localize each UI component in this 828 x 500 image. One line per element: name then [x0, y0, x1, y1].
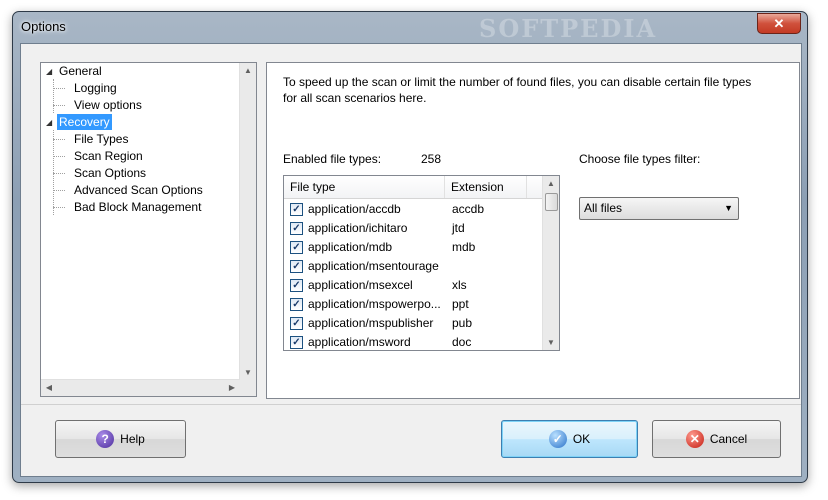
options-tree[interactable]: ◢ General Logging View options ◢ Recover… — [40, 62, 257, 397]
tree-item-bad-block-management[interactable]: Bad Block Management — [72, 199, 203, 215]
extension-cell: xls — [452, 278, 467, 292]
button-bar-divider — [21, 404, 801, 405]
cancel-icon: ✕ — [685, 430, 704, 448]
file-type-cell: application/mspowerpo... — [308, 297, 441, 311]
scroll-up-icon[interactable]: ▲ — [240, 66, 256, 75]
tree-item-scan-options[interactable]: Scan Options — [72, 165, 148, 181]
tree-item-file-types[interactable]: File Types — [72, 131, 130, 147]
ok-button-label: OK — [572, 432, 591, 446]
tree-item-scan-region[interactable]: Scan Region — [72, 148, 145, 164]
expand-arrow-icon[interactable]: ◢ — [46, 118, 52, 127]
file-type-cell: application/msexcel — [308, 278, 413, 292]
file-type-checkbox[interactable]: ✓ — [290, 241, 303, 254]
extension-cell: ppt — [452, 297, 469, 311]
help-button[interactable]: ? Help — [55, 420, 186, 458]
title-bar[interactable]: Options SOFTPEDIA ✕ — [13, 12, 807, 43]
list-item[interactable]: ✓ application/msexcel xls — [284, 276, 542, 295]
tree-item-general[interactable]: General — [57, 63, 104, 79]
file-type-cell: application/msword — [308, 335, 411, 349]
ok-checkmark-icon: ✓ — [548, 430, 567, 448]
list-item[interactable]: ✓ application/mspublisher pub — [284, 314, 542, 333]
expand-arrow-icon[interactable]: ◢ — [46, 67, 52, 76]
file-type-checkbox[interactable]: ✓ — [290, 317, 303, 330]
file-type-checkbox[interactable]: ✓ — [290, 279, 303, 292]
tree-item-logging[interactable]: Logging — [72, 80, 119, 96]
filter-selected-value: All files — [584, 201, 623, 215]
file-type-cell: application/accdb — [308, 202, 401, 216]
file-type-checkbox[interactable]: ✓ — [290, 336, 303, 349]
file-types-list[interactable]: File type Extension ✓ application/accdb ac… — [283, 175, 560, 351]
file-type-cell: application/mspublisher — [308, 316, 434, 330]
scroll-down-icon[interactable]: ▼ — [543, 338, 559, 347]
dropdown-arrow-icon: ▼ — [724, 203, 733, 213]
extension-cell: mdb — [452, 240, 476, 254]
list-item[interactable]: ✓ application/msword doc — [284, 333, 542, 350]
cancel-button[interactable]: ✕ Cancel — [652, 420, 781, 458]
dialog-client-area: ◢ General Logging View options ◢ Recover… — [20, 43, 802, 477]
list-item[interactable]: ✓ application/accdb accdb — [284, 200, 542, 219]
list-vertical-scrollbar[interactable]: ▲ ▼ — [542, 176, 559, 350]
close-button[interactable]: ✕ — [757, 13, 801, 34]
file-type-checkbox[interactable]: ✓ — [290, 260, 303, 273]
tree-connector — [53, 173, 65, 174]
scroll-corner — [240, 380, 256, 396]
file-type-checkbox[interactable]: ✓ — [290, 222, 303, 235]
list-item[interactable]: ✓ application/mspowerpo... ppt — [284, 295, 542, 314]
tree-connector — [53, 207, 65, 208]
scroll-right-icon[interactable]: ▶ — [224, 383, 240, 392]
file-type-cell: application/msentourage — [308, 259, 439, 273]
extension-cell: doc — [452, 335, 472, 349]
tree-connector — [53, 156, 65, 157]
scroll-left-icon[interactable]: ◀ — [41, 383, 57, 392]
scroll-thumb[interactable] — [545, 193, 558, 211]
list-item[interactable]: ✓ application/msentourage — [284, 257, 542, 276]
list-header: File type Extension — [284, 176, 542, 199]
enabled-file-types-count: 258 — [421, 152, 442, 166]
tree-horizontal-scrollbar[interactable]: ◀ ▶ — [41, 379, 240, 396]
file-type-cell: application/ichitaro — [308, 221, 408, 235]
help-button-label: Help — [120, 432, 145, 446]
cancel-button-label: Cancel — [709, 432, 748, 446]
file-types-filter-dropdown[interactable]: All files ▼ — [579, 197, 739, 220]
list-item[interactable]: ✓ application/ichitaro jtd — [284, 219, 542, 238]
extension-cell: jtd — [452, 221, 465, 235]
help-icon: ? — [96, 430, 115, 448]
ok-button[interactable]: ✓ OK — [501, 420, 638, 458]
tree-item-view-options[interactable]: View options — [72, 97, 144, 113]
extension-cell: accdb — [452, 202, 485, 216]
enabled-file-types-label: Enabled file types: — [283, 152, 382, 166]
tree-connector — [53, 79, 54, 113]
filter-label: Choose file types filter: — [579, 152, 701, 166]
tree-connector — [53, 190, 65, 191]
tree-item-advanced-scan-options[interactable]: Advanced Scan Options — [72, 182, 205, 198]
tree-item-recovery[interactable]: Recovery — [57, 114, 112, 130]
panel-description: To speed up the scan or limit the number… — [283, 75, 752, 105]
column-header-extension[interactable]: Extension — [445, 176, 527, 198]
options-window: Options SOFTPEDIA ✕ ◢ General Logging Vi… — [12, 11, 808, 483]
tree-connector — [53, 139, 65, 140]
scroll-up-icon[interactable]: ▲ — [543, 179, 559, 188]
scroll-down-icon[interactable]: ▼ — [240, 368, 256, 377]
softpedia-watermark: SOFTPEDIA — [479, 14, 658, 43]
file-types-panel: To speed up the scan or limit the number… — [266, 62, 800, 399]
tree-connector — [53, 88, 65, 89]
window-title: Options — [21, 19, 66, 34]
list-item[interactable]: ✓ application/mdb mdb — [284, 238, 542, 257]
file-type-checkbox[interactable]: ✓ — [290, 203, 303, 216]
tree-connector — [53, 105, 65, 106]
file-type-cell: application/mdb — [308, 240, 393, 254]
column-header-file-type[interactable]: File type — [284, 176, 445, 198]
file-type-checkbox[interactable]: ✓ — [290, 298, 303, 311]
extension-cell: pub — [452, 316, 473, 330]
tree-vertical-scrollbar[interactable]: ▲ ▼ — [239, 63, 256, 380]
